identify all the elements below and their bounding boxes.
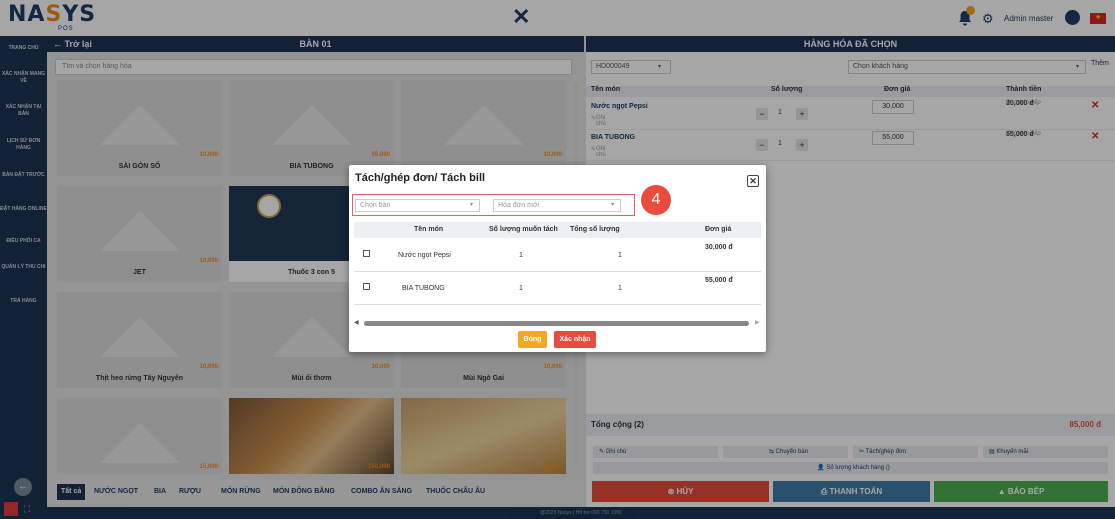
modal-table-row: Nước ngọt Pepsi 1 1 30,000 đ [354, 240, 761, 272]
close-icon[interactable]: ✕ [747, 175, 759, 187]
confirm-button[interactable]: Xác nhận [554, 331, 596, 348]
row-checkbox[interactable] [363, 250, 370, 257]
scroll-left-icon[interactable]: ◀ [354, 319, 359, 326]
bill-select[interactable]: Hóa đơn mới ▾ [493, 199, 621, 212]
modal-horizontal-scrollbar[interactable] [364, 321, 749, 326]
modal-table-header: Tên món Số lượng muốn tách Tổng số lượng… [354, 222, 761, 238]
table-select[interactable]: Chọn bàn ▾ [355, 199, 480, 212]
step-badge: 4 [641, 185, 671, 215]
modal-table-row: BIA TUBONG 1 1 55,000 đ [354, 273, 761, 305]
row-checkbox[interactable] [363, 283, 370, 290]
scroll-right-icon[interactable]: ▶ [755, 319, 760, 326]
split-bill-modal: Tách/ghép đơn/ Tách bill ✕ Chọn bàn ▾ Hóa… [349, 165, 766, 352]
modal-title: Tách/ghép đơn/ Tách bill [355, 172, 486, 184]
close-button[interactable]: Đóng [518, 331, 547, 348]
